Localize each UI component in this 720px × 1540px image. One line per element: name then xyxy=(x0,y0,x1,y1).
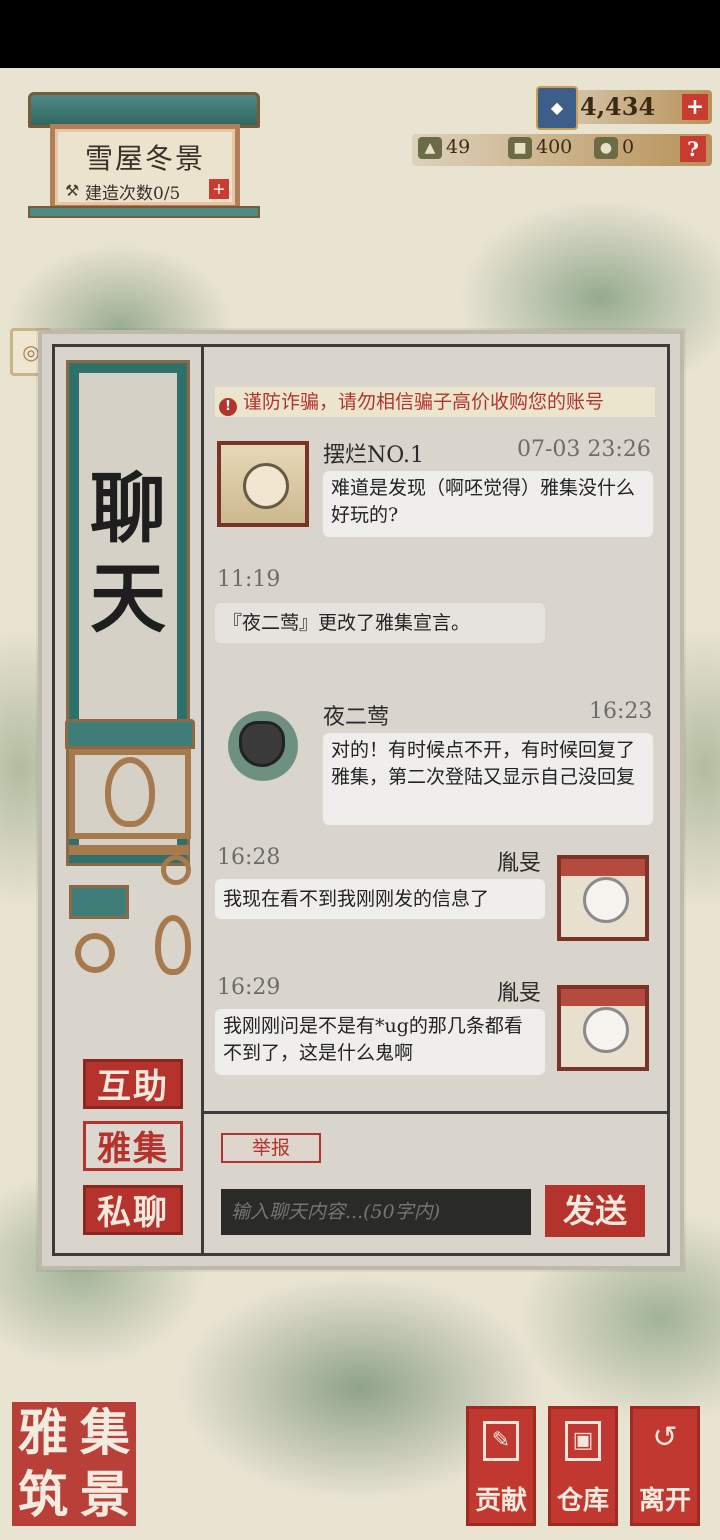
message-sender: 夜二莺 xyxy=(323,705,390,730)
hammer-icon: ⚒ xyxy=(65,181,80,200)
chat-panel: 聊 天 互助 雅集 私聊 ! 谨防诈骗，请勿相信骗子高价收购您的账号 摆烂NO.1… xyxy=(38,330,684,1270)
chat-sidebar: 聊 天 互助 雅集 私聊 xyxy=(55,347,204,1253)
send-button[interactable]: 发送 xyxy=(545,1185,645,1237)
message-bubble: 对的！有时候点不开，有时候回复了雅集，第二次登陆又显示自己没回复 xyxy=(323,733,653,825)
avatar[interactable] xyxy=(217,441,309,527)
main-currency-bar: ◆ 4,434 + xyxy=(536,86,712,130)
status-bar xyxy=(0,0,720,68)
chat-title-char-2: 天 xyxy=(90,554,166,643)
lattice-ornament xyxy=(69,845,193,985)
message-sender: 胤旻 xyxy=(497,851,542,876)
warehouse-button[interactable]: ▣ 仓库 xyxy=(548,1406,618,1526)
add-currency-button[interactable]: + xyxy=(682,94,708,120)
message-bubble: 我刚刚问是不是有*ug的那几条都看不到了，这是什么鬼啊 xyxy=(215,1009,545,1075)
tab-gathering[interactable]: 雅集 xyxy=(83,1121,183,1171)
fox-avatar-icon xyxy=(243,463,289,509)
message-time: 16:29 xyxy=(217,975,281,1000)
system-message: 『夜二莺』更改了雅集宣言。 xyxy=(215,603,545,643)
input-divider xyxy=(201,1111,667,1114)
avatar[interactable] xyxy=(557,985,649,1071)
tab-mutual-help[interactable]: 互助 xyxy=(83,1059,183,1109)
cat-avatar-icon xyxy=(583,877,629,923)
leave-label: 离开 xyxy=(638,1486,691,1516)
build-count: 建造次数0/5 xyxy=(85,184,181,204)
message-time: 16:23 xyxy=(589,699,653,724)
chat-input[interactable] xyxy=(221,1189,531,1235)
logo-char-1: 雅 xyxy=(18,1403,68,1462)
chat-panel-inner: 聊 天 互助 雅集 私聊 ! 谨防诈骗，请勿相信骗子高价收购您的账号 摆烂NO.1… xyxy=(52,344,670,1256)
message-time: 07-03 23:26 xyxy=(517,437,651,462)
leave-button[interactable]: ↺ 离开 xyxy=(630,1406,700,1526)
message-bubble: 我现在看不到我刚刚发的信息了 xyxy=(215,879,545,919)
building-plaque[interactable]: 雪屋冬景 ⚒ 建造次数0/5 + xyxy=(28,92,260,218)
game-logo: 雅 集 筑 景 xyxy=(12,1402,136,1526)
message-bubble: 难道是发现（啊呸觉得）雅集没什么好玩的? xyxy=(323,471,653,537)
report-button[interactable]: 举报 xyxy=(221,1133,321,1163)
wood-icon: ▲ xyxy=(418,137,442,159)
resource-wood: ▲ 49 xyxy=(418,136,470,159)
message-sender: 胤旻 xyxy=(497,981,542,1006)
logo-char-4: 景 xyxy=(80,1465,130,1524)
chat-title-char-1: 聊 xyxy=(90,464,166,553)
plaque-roof xyxy=(28,92,260,128)
jade-icon: ● xyxy=(594,137,618,159)
cat-avatar-icon xyxy=(583,1007,629,1053)
building-title: 雪屋冬景 xyxy=(84,142,205,175)
scroll-icon: ✎ xyxy=(483,1421,519,1461)
main-currency-value: 4,434 xyxy=(580,92,656,121)
warehouse-label: 仓库 xyxy=(556,1486,609,1516)
gourd-ornament xyxy=(105,757,155,827)
plaque-base xyxy=(28,206,260,218)
message-sender: 摆烂NO.1 xyxy=(323,443,424,468)
bat-avatar-icon xyxy=(239,721,285,767)
contribute-label: 贡献 xyxy=(474,1486,527,1516)
contribute-button[interactable]: ✎ 贡献 xyxy=(466,1406,536,1526)
pavilion-roof-ornament xyxy=(65,719,195,749)
alert-icon: ! xyxy=(219,398,237,416)
help-button[interactable]: ? xyxy=(680,136,706,162)
logo-char-2: 集 xyxy=(80,1403,130,1462)
system-message-time: 11:19 xyxy=(217,567,281,592)
resource-wood-value: 49 xyxy=(446,136,471,158)
box-icon: ▣ xyxy=(565,1421,601,1461)
plaque-body: 雪屋冬景 ⚒ 建造次数0/5 + xyxy=(50,124,240,210)
avatar[interactable] xyxy=(557,855,649,941)
resource-stone-value: 400 xyxy=(536,136,573,158)
logo-char-3: 筑 xyxy=(18,1465,68,1524)
tab-private-chat[interactable]: 私聊 xyxy=(83,1185,183,1235)
add-build-button[interactable]: + xyxy=(209,179,229,199)
resource-jade: ● 0 xyxy=(594,136,634,159)
resource-stone: ■ 400 xyxy=(508,136,572,159)
coin-icon: ◆ xyxy=(536,86,578,130)
stone-icon: ■ xyxy=(508,137,532,159)
return-icon: ↺ xyxy=(652,1420,678,1455)
avatar[interactable] xyxy=(217,703,309,789)
resource-jade-value: 0 xyxy=(622,136,635,158)
fraud-warning: ! 谨防诈骗，请勿相信骗子高价收购您的账号 xyxy=(215,387,655,417)
fraud-warning-text: 谨防诈骗，请勿相信骗子高价收购您的账号 xyxy=(243,391,605,413)
message-time: 16:28 xyxy=(217,845,281,870)
resource-bar: ▲ 49 ■ 400 ● 0 ? xyxy=(412,134,712,166)
